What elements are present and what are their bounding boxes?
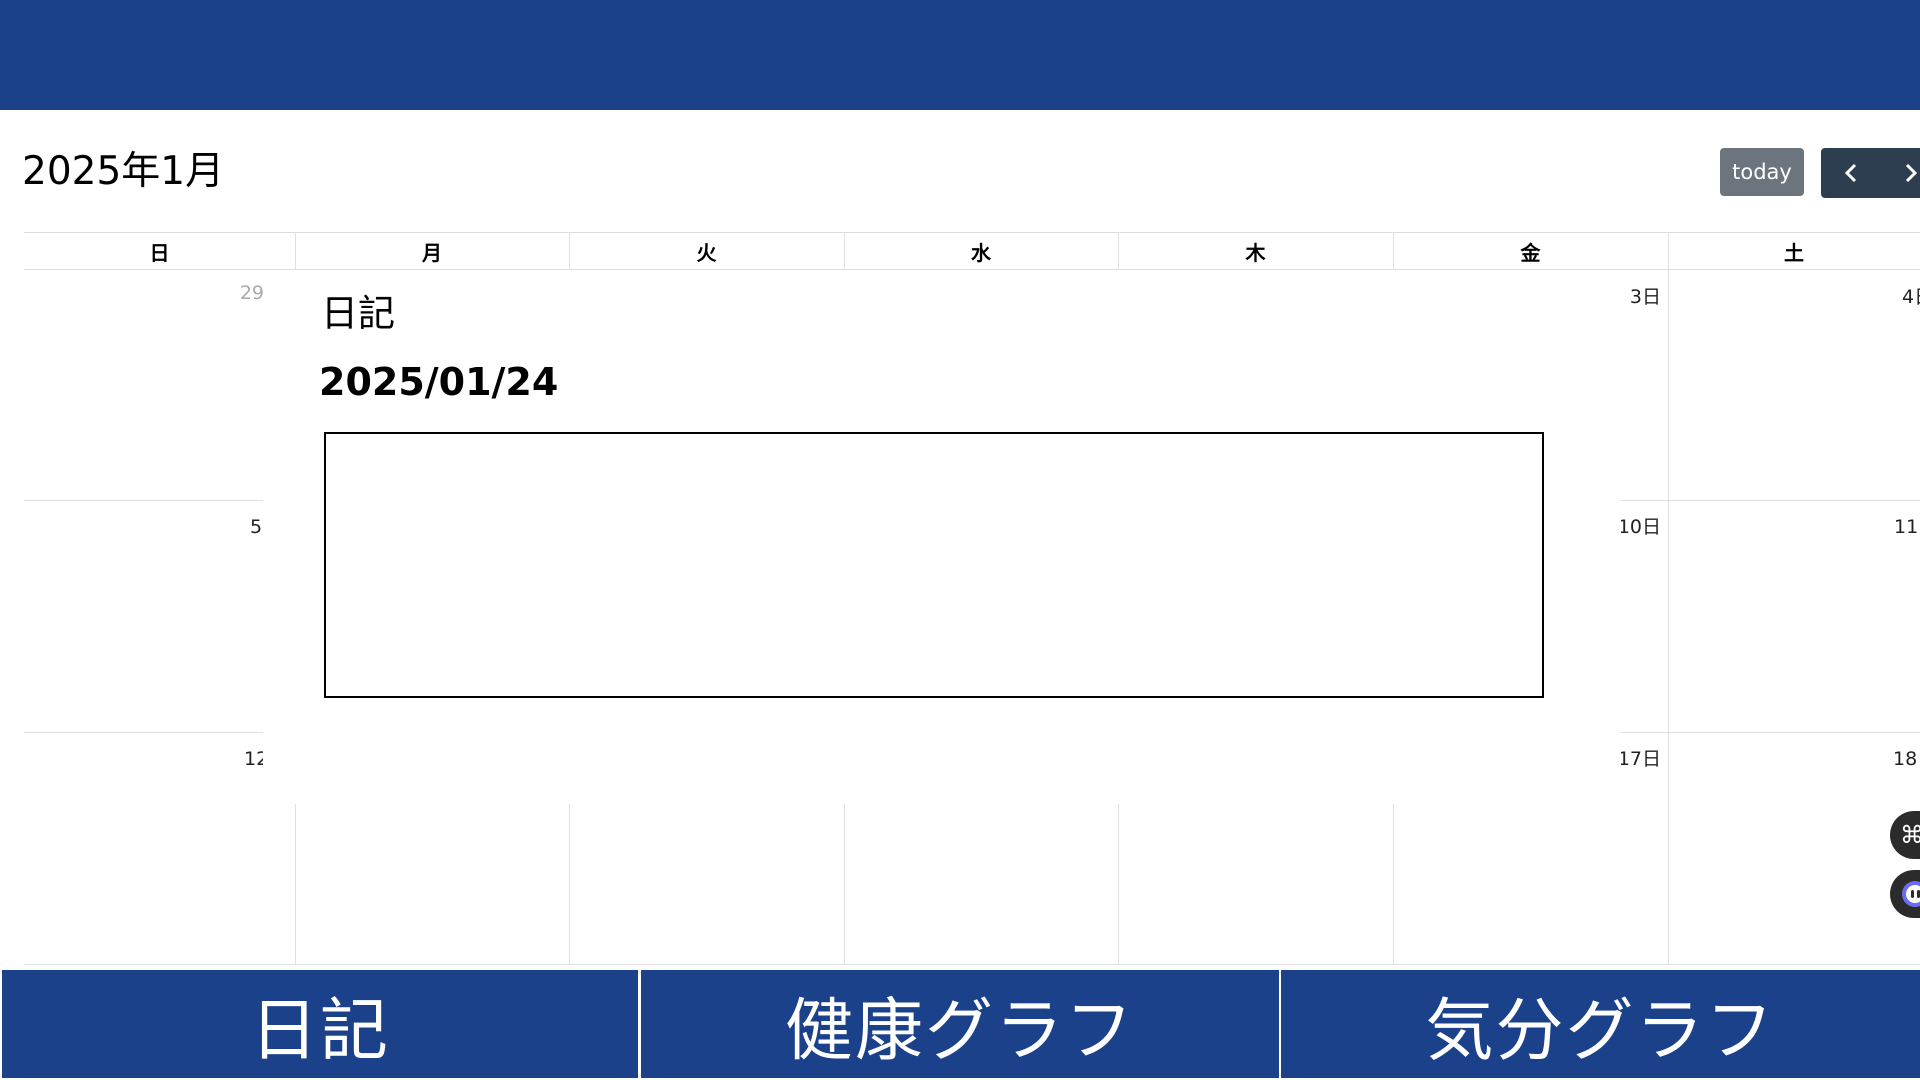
weekday-header-thu: 木 xyxy=(1118,232,1393,270)
nav-diary-button[interactable]: 日記 xyxy=(2,970,638,1078)
grid-line xyxy=(1118,802,1119,964)
bottom-navigation: 日記 健康グラフ 気分グラフ xyxy=(0,970,1920,1080)
command-icon: ⌘ xyxy=(1900,821,1920,849)
day-number[interactable]: 5日 xyxy=(250,512,264,539)
day-number[interactable]: 11日 xyxy=(1894,512,1920,539)
nav-mood-graph-button[interactable]: 気分グラフ xyxy=(1281,970,1920,1078)
diary-modal: 日記 2025/01/24 xyxy=(263,270,1621,804)
chevron-left-icon xyxy=(1844,163,1857,183)
next-month-button[interactable] xyxy=(1881,148,1920,198)
weekday-header-sun: 日 xyxy=(24,232,295,270)
grid-line xyxy=(1621,500,1920,501)
prev-next-button-group xyxy=(1821,148,1920,198)
prev-month-button[interactable] xyxy=(1821,148,1881,198)
grid-line xyxy=(1621,732,1920,733)
grid-line xyxy=(24,732,264,733)
weekday-header-sat: 土 xyxy=(1668,232,1920,270)
grid-line xyxy=(295,802,296,964)
grid-line xyxy=(1668,232,1669,964)
grid-line xyxy=(24,500,264,501)
modal-title: 日記 xyxy=(321,292,395,335)
nav-health-graph-button[interactable]: 健康グラフ xyxy=(641,970,1279,1078)
diary-text-input[interactable] xyxy=(324,432,1544,698)
assistant-icon xyxy=(1902,881,1920,907)
weekday-header-wed: 水 xyxy=(844,232,1118,270)
day-number[interactable]: 29 xyxy=(200,282,264,304)
grid-line xyxy=(24,964,1920,965)
day-number[interactable]: 4日 xyxy=(1880,282,1920,309)
today-button[interactable]: today xyxy=(1720,148,1804,196)
grid-line xyxy=(569,802,570,964)
weekday-header-fri: 金 xyxy=(1393,232,1668,270)
day-number[interactable]: 12日 xyxy=(244,744,264,771)
grid-line xyxy=(844,802,845,964)
assistant-fab[interactable] xyxy=(1890,870,1920,918)
day-number[interactable]: 18日 xyxy=(1893,744,1920,771)
chevron-right-icon xyxy=(1905,163,1918,183)
top-header-bar xyxy=(0,0,1920,110)
weekday-header-tue: 火 xyxy=(569,232,844,270)
shortcut-fab[interactable]: ⌘ xyxy=(1890,811,1920,859)
grid-line xyxy=(295,232,296,270)
modal-date: 2025/01/24 xyxy=(319,360,559,404)
calendar-month-title: 2025年1月 xyxy=(22,149,225,194)
weekday-header-mon: 月 xyxy=(295,232,569,270)
grid-line xyxy=(1393,802,1394,964)
